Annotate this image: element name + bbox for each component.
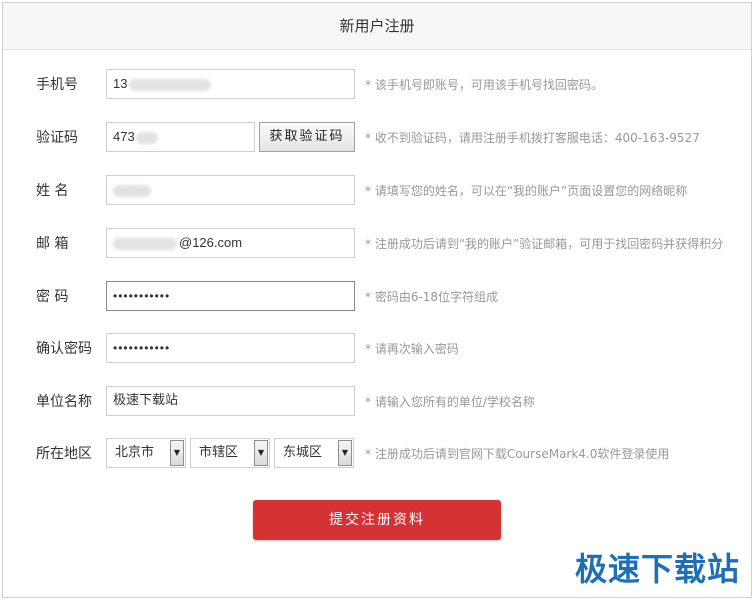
phone-input[interactable]: 13 [106,69,355,99]
city-value: 市辖区 [199,445,239,460]
submit-button[interactable]: 提交注册资料 [253,500,501,540]
org-row: 单位名称 极速下载站 * 请输入您所有的单位/学校名称 [3,386,751,418]
code-row: 验证码 473 获取验证码 * 收不到验证码，请用注册手机拨打客服电话：400-… [3,122,751,154]
district-value: 东城区 [283,445,323,460]
district-select[interactable]: 东城区 ▼ [274,438,354,468]
code-label: 验证码 [36,130,78,146]
name-row: 姓 名 * 请填写您的姓名，可以在“我的账户”页面设置您的网络昵称 [3,175,751,207]
chevron-down-icon[interactable]: ▼ [170,440,184,466]
province-value: 北京市 [115,445,155,460]
confirm-password-input[interactable]: ••••••••••• [106,333,355,363]
city-select[interactable]: 市辖区 ▼ [190,438,270,468]
email-label: 邮 箱 [36,236,69,252]
confirm-label: 确认密码 [36,341,92,357]
region-label: 所在地区 [36,446,92,462]
code-input[interactable]: 473 [106,122,255,152]
org-hint: * 请输入您所有的单位/学校名称 [365,395,535,409]
page-title: 新用户注册 [3,3,751,50]
confirm-row: 确认密码 ••••••••••• * 请再次输入密码 [3,333,751,365]
registration-panel: 新用户注册 手机号 13 * 该手机号即账号，可用该手机号找回密码。 验证码 4… [2,2,752,598]
region-row: 所在地区 北京市 ▼ 市辖区 ▼ 东城区 ▼ * 注册成功后请到官网下载Cour… [3,438,751,470]
org-label: 单位名称 [36,394,92,410]
chevron-down-icon[interactable]: ▼ [254,440,268,466]
name-input[interactable] [106,175,355,205]
redacted-blur [129,78,212,91]
email-value: @126.com [179,235,243,250]
code-hint: * 收不到验证码，请用注册手机拨打客服电话：400-163-9527 [365,131,700,145]
code-value: 473 [113,129,135,144]
password-row: 密 码 ••••••••••• * 密码由6-18位字符组成 [3,281,751,313]
phone-row: 手机号 13 * 该手机号即账号，可用该手机号找回密码。 [3,69,751,101]
confirm-hint: * 请再次输入密码 [365,342,459,356]
province-select[interactable]: 北京市 ▼ [106,438,186,468]
email-hint: * 注册成功后请到“我的账户”验证邮箱，可用于找回密码并获得积分 [365,237,724,251]
phone-value: 13 [113,76,128,91]
phone-hint: * 该手机号即账号，可用该手机号找回密码。 [365,78,603,92]
get-code-button[interactable]: 获取验证码 [259,122,355,152]
password-hint: * 密码由6-18位字符组成 [365,290,499,304]
chevron-down-icon[interactable]: ▼ [338,440,352,466]
password-input[interactable]: ••••••••••• [106,281,355,311]
redacted-blur [135,131,158,144]
redacted-blur [113,237,177,250]
email-row: 邮 箱 @126.com * 注册成功后请到“我的账户”验证邮箱，可用于找回密码… [3,228,751,260]
name-label: 姓 名 [36,183,69,199]
email-input[interactable]: @126.com [106,228,355,258]
region-hint: * 注册成功后请到官网下载CourseMark4.0软件登录使用 [365,447,670,461]
password-label: 密 码 [36,289,69,305]
org-input[interactable]: 极速下载站 [106,386,355,416]
name-hint: * 请填写您的姓名，可以在“我的账户”页面设置您的网络昵称 [365,184,688,198]
site-watermark: 极速下载站 [574,550,740,588]
phone-label: 手机号 [36,77,78,93]
redacted-blur [113,184,151,197]
